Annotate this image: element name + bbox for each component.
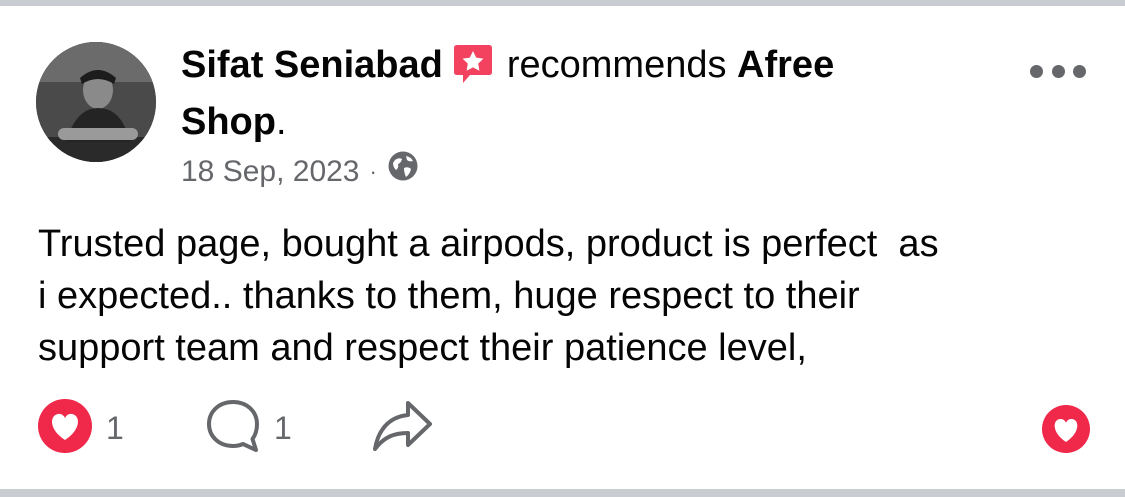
globe-icon [387,150,419,194]
post-body-line: support team and respect their patience … [38,327,807,369]
heart-icon [36,397,94,460]
post-body-line: i expected.. thanks to them, huge respec… [38,275,860,317]
more-dot-icon [1030,64,1043,78]
more-dot-icon [1073,64,1086,78]
avatar[interactable] [36,42,156,162]
post-body-line: Trusted page, bought a airpods, product … [38,223,939,265]
comment-button[interactable]: 1 [204,398,292,458]
post-meta: 18 Sep, 2023 · [181,150,419,194]
top-divider [0,0,1125,6]
period: . [275,101,287,143]
comment-bubble-icon [204,397,262,460]
like-button[interactable]: 1 [36,398,124,458]
page-name-continued[interactable]: Shop [181,101,276,143]
post-header: Sifat Seniabad recommends Afree [181,40,1001,98]
author-name[interactable]: Sifat Seniabad [181,44,443,86]
react-heart-icon[interactable] [1041,404,1091,459]
meta-separator: · [369,159,377,184]
post-body: Trusted page, bought a airpods, product … [38,218,1098,374]
post-header-continued: Shop. [181,97,287,147]
recommend-star-badge-icon [453,43,493,98]
like-count: 1 [106,409,124,446]
page-name[interactable]: Afree [737,44,834,86]
bottom-divider [0,489,1125,497]
more-dot-icon [1051,64,1065,78]
recommends-text: recommends [506,44,727,86]
share-arrow-icon [370,397,434,460]
post-date[interactable]: 18 Sep, 2023 [181,151,360,193]
share-button[interactable] [370,398,434,458]
comment-count: 1 [274,409,292,446]
more-options-button[interactable] [1030,58,1086,84]
